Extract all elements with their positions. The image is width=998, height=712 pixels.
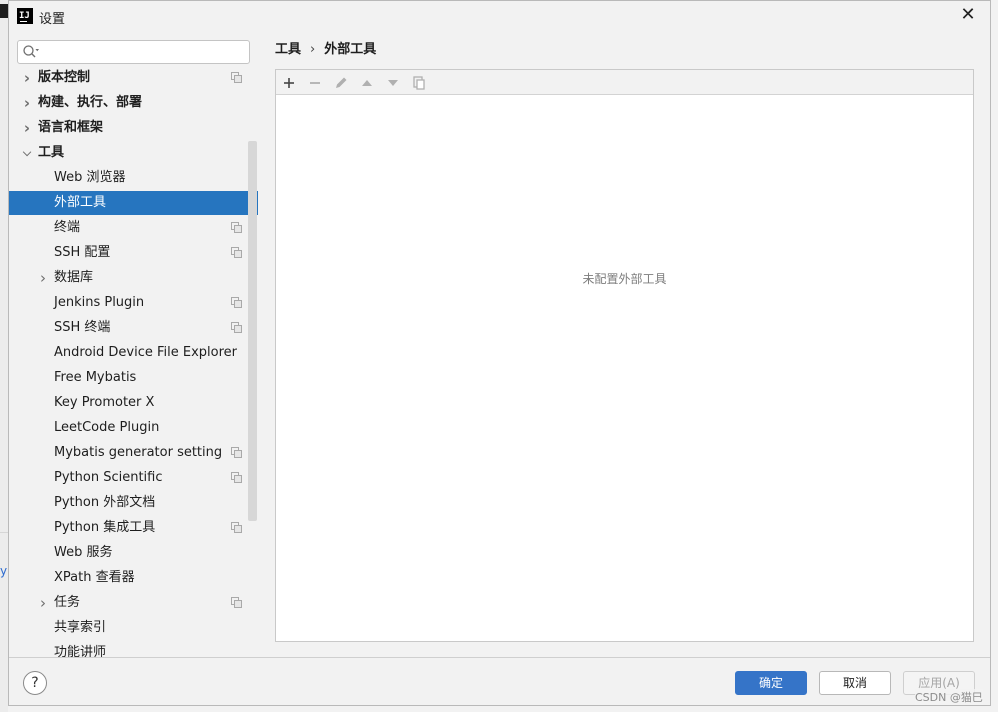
tree-item[interactable]: Jenkins Plugin (9, 291, 258, 315)
close-icon[interactable]: ✕ (958, 5, 978, 25)
tree-item-label: Web 浏览器 (54, 170, 126, 185)
tree-item-label: 构建、执行、部署 (38, 95, 143, 110)
background-link-fragment[interactable]: y (0, 564, 8, 578)
tree-item[interactable]: 终端 (9, 216, 258, 240)
tree-item[interactable]: Android Device File Explorer (9, 341, 258, 365)
tree-item-label: 功能讲师 (54, 645, 107, 657)
move-down-icon[interactable] (383, 73, 403, 93)
tree-item[interactable]: Web 浏览器 (9, 166, 258, 190)
sidebar-scrollbar[interactable] (248, 141, 257, 521)
chevron-right-icon[interactable]: › (21, 116, 33, 140)
tree-item-label: Key Promoter X (54, 395, 155, 410)
chevron-right-icon[interactable]: › (21, 91, 33, 115)
tree-item[interactable]: XPath 查看器 (9, 566, 258, 590)
tree-item[interactable]: Mybatis generator setting (9, 441, 258, 465)
tree-item[interactable]: › 任务 (9, 591, 258, 615)
chevron-right-icon[interactable]: › (37, 591, 49, 615)
edit-icon[interactable] (331, 73, 351, 93)
tree-item[interactable]: 功能讲师 (9, 641, 258, 657)
tree-item[interactable]: › 版本控制 (9, 66, 258, 90)
dialog-footer: ? 确定 取消 应用(A) (9, 657, 990, 705)
tree-item[interactable]: SSH 终端 (9, 316, 258, 340)
project-scope-icon (231, 72, 242, 83)
tree-item-label: Jenkins Plugin (54, 295, 145, 310)
tree-item-label: 版本控制 (38, 70, 91, 85)
tree-item-label: Python 集成工具 (54, 520, 156, 535)
tree-item-label: 外部工具 (54, 195, 107, 210)
external-tools-toolbar (276, 70, 973, 95)
project-scope-icon (231, 322, 242, 333)
project-scope-icon (231, 247, 242, 258)
tree-item-label: Python Scientific (54, 470, 163, 485)
tree-item[interactable]: Python Scientific (9, 466, 258, 490)
breadcrumb-separator: › (310, 42, 316, 57)
background-app-strip: y (0, 0, 8, 712)
tree-item[interactable]: ⌵ 工具 (9, 141, 258, 165)
tree-item-label: SSH 终端 (54, 320, 111, 335)
tree-item[interactable]: 共享索引 (9, 616, 258, 640)
breadcrumb-current: 外部工具 (324, 42, 377, 57)
copy-icon[interactable] (409, 73, 429, 93)
tree-item[interactable]: Key Promoter X (9, 391, 258, 415)
project-scope-icon (231, 447, 242, 458)
intellij-app-icon: IJ (17, 8, 33, 24)
chevron-right-icon[interactable]: › (21, 66, 33, 90)
tree-item-label: Free Mybatis (54, 370, 137, 385)
project-scope-icon (231, 597, 242, 608)
background-app-block (0, 4, 8, 18)
tree-item-label: Web 服务 (54, 545, 113, 560)
settings-search-input[interactable] (17, 40, 250, 64)
tree-item-label: LeetCode Plugin (54, 420, 160, 435)
settings-sidebar: › 版本控制 › 构建、执行、部署 › 语言和框架 ⌵ 工具 Web 浏览器 外部工具终端 SSH … (9, 31, 258, 657)
tree-item-label: Mybatis generator setting (54, 445, 223, 460)
tree-item-label: XPath 查看器 (54, 570, 135, 585)
tree-item[interactable]: › 语言和框架 (9, 116, 258, 140)
tree-item-label: 工具 (38, 145, 65, 160)
tree-item-label: 任务 (54, 595, 81, 610)
settings-dialog: IJ 设置 ✕ › 版本控制 › 构建、执行、部署 › 语言和框架 ⌵ 工具 Web 浏览器 外部… (8, 0, 991, 706)
remove-icon[interactable] (305, 73, 325, 93)
search-icon (23, 45, 39, 58)
move-up-icon[interactable] (357, 73, 377, 93)
ok-button[interactable]: 确定 (735, 671, 807, 695)
chevron-right-icon[interactable]: › (37, 266, 49, 290)
tree-item[interactable]: Web 服务 (9, 541, 258, 565)
tree-item-label: 共享索引 (54, 620, 107, 635)
title-bar: IJ 设置 ✕ (9, 1, 990, 31)
tree-item[interactable]: LeetCode Plugin (9, 416, 258, 440)
empty-state-text: 未配置外部工具 (582, 272, 667, 286)
background-divider (0, 532, 8, 533)
project-scope-icon (231, 297, 242, 308)
add-icon[interactable] (279, 73, 299, 93)
tree-item[interactable]: › 构建、执行、部署 (9, 91, 258, 115)
tree-item-label: Python 外部文档 (54, 495, 156, 510)
help-button[interactable]: ? (23, 671, 47, 695)
tree-item[interactable]: Python 外部文档 (9, 491, 258, 515)
project-scope-icon (231, 522, 242, 533)
tree-item[interactable]: SSH 配置 (9, 241, 258, 265)
tree-item-label: SSH 配置 (54, 245, 111, 260)
tree-item[interactable]: 外部工具 (9, 191, 258, 215)
tree-item-label: 终端 (54, 220, 81, 235)
watermark: CSDN @猫巳 (915, 689, 983, 705)
chevron-down-icon[interactable]: ⌵ (21, 141, 33, 165)
cancel-button[interactable]: 取消 (819, 671, 891, 695)
external-tools-panel: 未配置外部工具 (275, 69, 974, 642)
tree-item-label: 语言和框架 (38, 120, 104, 135)
settings-content: 工具 › 外部工具 未配置外部工具 (258, 31, 990, 657)
breadcrumb-parent[interactable]: 工具 (275, 42, 301, 57)
tree-item-label: 数据库 (54, 270, 94, 285)
tree-item[interactable]: Python 集成工具 (9, 516, 258, 540)
tree-item[interactable]: › 数据库 (9, 266, 258, 290)
project-scope-icon (231, 472, 242, 483)
dialog-title: 设置 (39, 12, 66, 27)
tree-item-label: Android Device File Explorer (54, 345, 237, 360)
breadcrumb: 工具 › 外部工具 (275, 38, 376, 57)
project-scope-icon (231, 222, 242, 233)
tree-item[interactable]: Free Mybatis (9, 366, 258, 390)
